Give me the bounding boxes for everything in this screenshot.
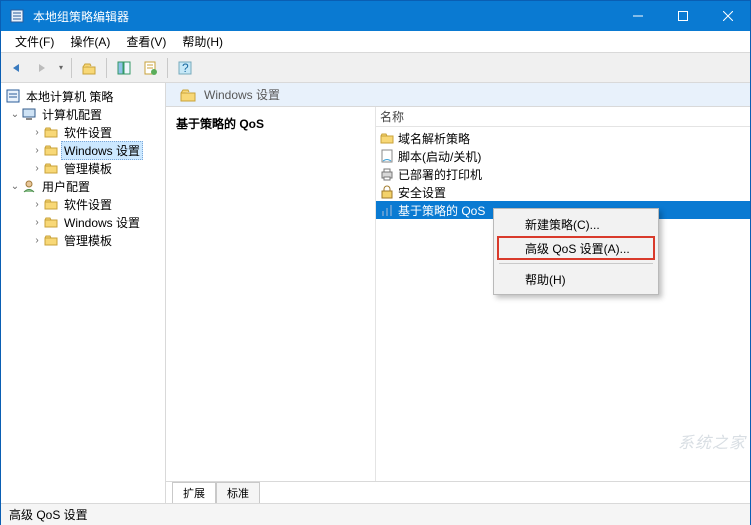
watermark: 系统之家 xyxy=(678,429,746,453)
tree-label: 管理模板 xyxy=(61,159,115,178)
security-icon xyxy=(380,185,394,199)
window-controls xyxy=(615,1,750,31)
svg-text:?: ? xyxy=(182,61,189,75)
description-title: 基于策略的 QoS xyxy=(176,115,365,132)
list-item[interactable]: 脚本(启动/关机) xyxy=(376,147,750,165)
history-dropdown-icon[interactable]: ▾ xyxy=(57,63,65,72)
properties-button[interactable] xyxy=(139,57,161,79)
tree-root[interactable]: 本地计算机 策略 xyxy=(3,87,163,105)
menu-bar: 文件(F) 操作(A) 查看(V) 帮助(H) xyxy=(1,31,750,53)
tree-comp-templates[interactable]: › 管理模板 xyxy=(3,159,163,177)
ctx-new-policy[interactable]: 新建策略(C)... xyxy=(497,212,655,236)
description-column: 基于策略的 QoS xyxy=(166,107,376,481)
tree-label: 软件设置 xyxy=(61,123,115,142)
toolbar-separator xyxy=(106,58,107,78)
status-text: 高级 QoS 设置 xyxy=(9,506,88,523)
collapse-icon[interactable]: ⌄ xyxy=(9,109,21,120)
list-item[interactable]: 已部署的打印机 xyxy=(376,165,750,183)
tree-label: Windows 设置 xyxy=(61,213,143,232)
list-item[interactable]: 安全设置 xyxy=(376,183,750,201)
forward-button[interactable] xyxy=(31,57,53,79)
menu-file[interactable]: 文件(F) xyxy=(7,31,62,52)
tree-label: Windows 设置 xyxy=(61,141,143,160)
script-icon xyxy=(380,149,394,163)
tree-label: 用户配置 xyxy=(39,177,93,196)
back-button[interactable] xyxy=(5,57,27,79)
expand-icon[interactable]: › xyxy=(31,217,43,228)
path-label: Windows 设置 xyxy=(204,86,280,103)
folder-icon xyxy=(43,196,59,212)
tree-label: 本地计算机 策略 xyxy=(23,87,116,106)
folder-open-icon xyxy=(180,88,196,102)
window-title: 本地组策略编辑器 xyxy=(33,8,615,25)
ctx-help[interactable]: 帮助(H) xyxy=(497,267,655,291)
tab-standard[interactable]: 标准 xyxy=(216,482,260,503)
tree-comp-windows[interactable]: › Windows 设置 xyxy=(3,141,163,159)
content-row: 基于策略的 QoS 名称 域名解析策略 脚本(启动/关机) 已部署的打印机 xyxy=(166,107,750,481)
folder-icon xyxy=(43,142,59,158)
tree-label: 软件设置 xyxy=(61,195,115,214)
app-icon xyxy=(7,1,27,31)
list-item-label: 基于策略的 QoS xyxy=(398,202,485,219)
tree-user-software[interactable]: › 软件设置 xyxy=(3,195,163,213)
scope-tree[interactable]: 本地计算机 策略 ⌄ 计算机配置 › 软件设置 › Windows 设置 › 管… xyxy=(1,83,166,503)
menu-action[interactable]: 操作(A) xyxy=(62,31,118,52)
list-item-label: 域名解析策略 xyxy=(398,130,470,147)
context-menu: 新建策略(C)... 高级 QoS 设置(A)... 帮助(H) xyxy=(493,208,659,295)
list-items: 域名解析策略 脚本(启动/关机) 已部署的打印机 安全设置 xyxy=(376,127,750,221)
title-bar: 本地组策略编辑器 xyxy=(1,1,750,31)
expand-icon[interactable]: › xyxy=(31,145,43,156)
expand-icon[interactable]: › xyxy=(31,199,43,210)
show-hide-tree-button[interactable] xyxy=(113,57,135,79)
list-item[interactable]: 域名解析策略 xyxy=(376,129,750,147)
folder-icon xyxy=(380,132,394,144)
toolbar-separator xyxy=(71,58,72,78)
toolbar-separator xyxy=(167,58,168,78)
computer-icon xyxy=(21,106,37,122)
tab-strip: 扩展 标准 xyxy=(166,481,750,503)
path-bar: Windows 设置 xyxy=(166,83,750,107)
expand-icon[interactable]: › xyxy=(31,163,43,174)
toolbar: ▾ ? xyxy=(1,53,750,83)
expand-icon[interactable]: › xyxy=(31,127,43,138)
tree-user-templates[interactable]: › 管理模板 xyxy=(3,231,163,249)
close-button[interactable] xyxy=(705,1,750,31)
ctx-separator xyxy=(499,263,653,264)
list-pane: 名称 域名解析策略 脚本(启动/关机) 已部署的打印机 xyxy=(376,107,750,481)
result-pane: Windows 设置 基于策略的 QoS 名称 域名解析策略 脚本(启动/关机) xyxy=(166,83,750,503)
qos-icon xyxy=(380,203,394,217)
expand-icon[interactable]: › xyxy=(31,235,43,246)
collapse-icon[interactable]: ⌄ xyxy=(9,181,21,192)
list-item-label: 脚本(启动/关机) xyxy=(398,148,481,165)
list-item-label: 安全设置 xyxy=(398,184,446,201)
tree-label: 管理模板 xyxy=(61,231,115,250)
tree-user-config[interactable]: ⌄ 用户配置 xyxy=(3,177,163,195)
minimize-button[interactable] xyxy=(615,1,660,31)
printer-icon xyxy=(380,167,394,181)
folder-icon xyxy=(43,124,59,140)
folder-icon xyxy=(43,214,59,230)
list-header-name[interactable]: 名称 xyxy=(376,107,750,127)
policy-icon xyxy=(5,88,21,104)
tree-user-windows[interactable]: › Windows 设置 xyxy=(3,213,163,231)
maximize-button[interactable] xyxy=(660,1,705,31)
ctx-advanced-qos[interactable]: 高级 QoS 设置(A)... xyxy=(497,236,655,260)
list-item-label: 已部署的打印机 xyxy=(398,166,482,183)
menu-help[interactable]: 帮助(H) xyxy=(174,31,231,52)
tab-extend[interactable]: 扩展 xyxy=(172,482,216,503)
work-area: 本地计算机 策略 ⌄ 计算机配置 › 软件设置 › Windows 设置 › 管… xyxy=(1,83,750,503)
user-icon xyxy=(21,178,37,194)
folder-icon xyxy=(43,160,59,176)
menu-view[interactable]: 查看(V) xyxy=(118,31,174,52)
up-button[interactable] xyxy=(78,57,100,79)
status-bar: 高级 QoS 设置 xyxy=(1,503,750,525)
folder-icon xyxy=(43,232,59,248)
help-button[interactable]: ? xyxy=(174,57,196,79)
tree-computer-config[interactable]: ⌄ 计算机配置 xyxy=(3,105,163,123)
tree-comp-software[interactable]: › 软件设置 xyxy=(3,123,163,141)
tree-label: 计算机配置 xyxy=(39,105,105,124)
